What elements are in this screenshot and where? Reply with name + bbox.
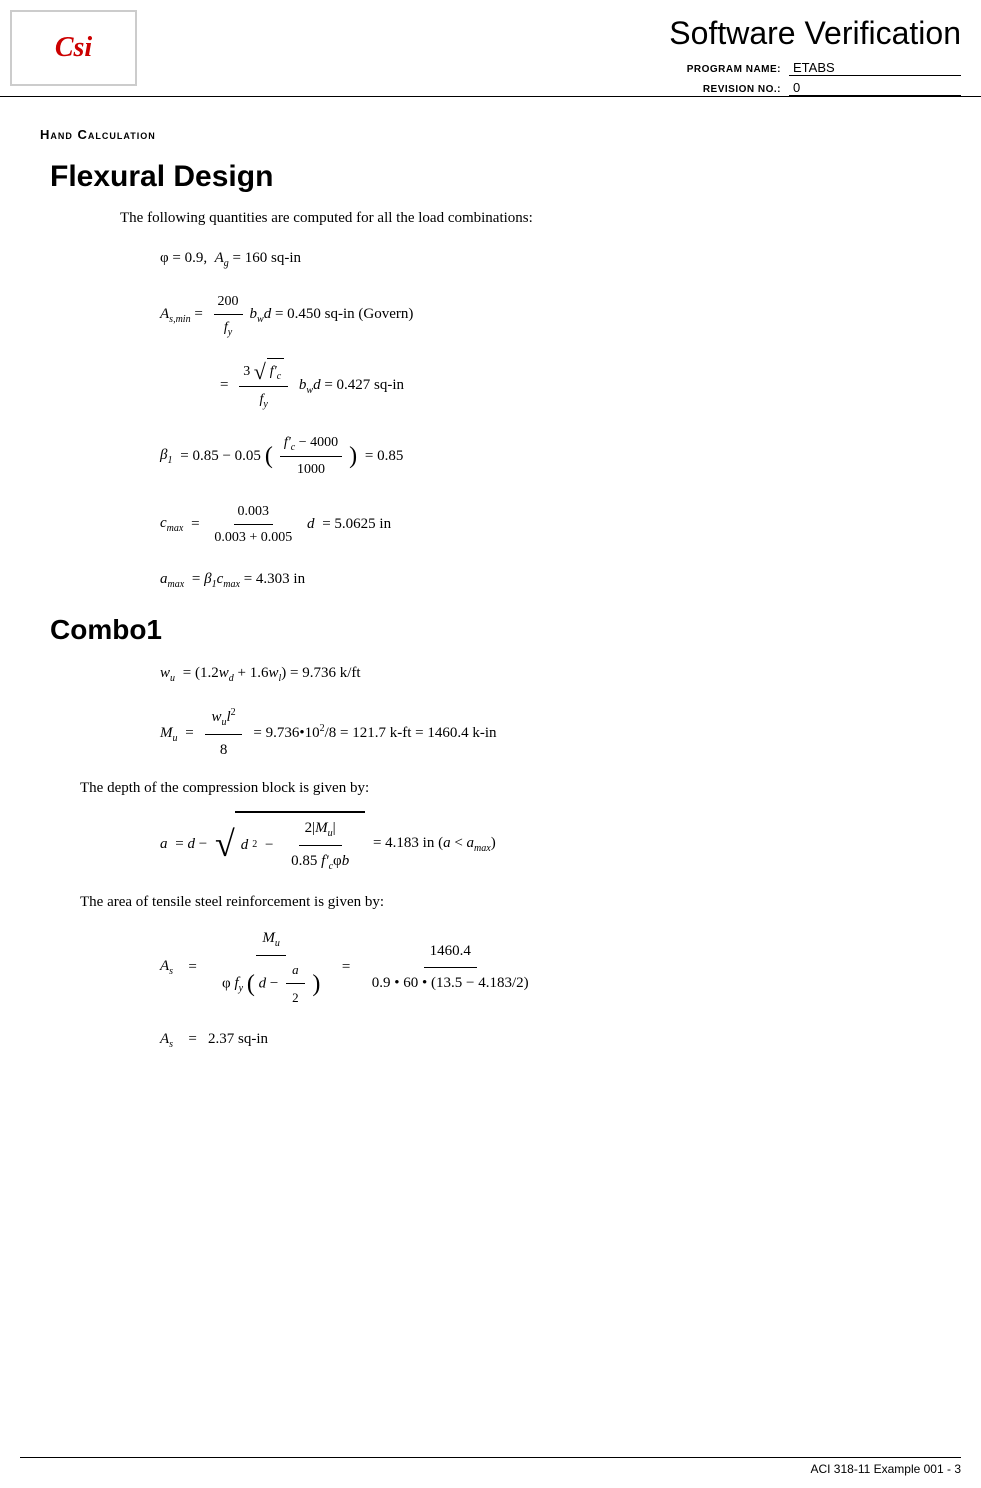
revision-no-value: 0	[789, 80, 961, 96]
cmax-eq: cmax = 0.003 0.003 + 0.005 d = 5.0625 in	[160, 499, 941, 550]
beta1-eq: β1 = 0.85 − 0.05 ( f'c − 4000 1000 ) = 0…	[160, 430, 941, 483]
flexural-heading: Flexural Design	[50, 160, 941, 194]
asmin-eq1: As,min = 200 fy bwd = 0.450 sq-in (Gover…	[160, 289, 941, 342]
program-name-row: PROGRAM NAME: ETABS	[641, 60, 961, 76]
header-fields: PROGRAM NAME: ETABS REVISION NO.: 0	[641, 60, 961, 96]
phi-ag-line: φ = 0.9, Ag = 160 sq-in	[160, 245, 941, 273]
revision-no-label: REVISION NO.:	[641, 84, 781, 95]
page-title: Software Verification	[669, 15, 961, 52]
program-name-label: PROGRAM NAME:	[641, 64, 781, 75]
a-eq: a = d − √ d2 − 2|Mu| 0.85 f'cφb = 4.183 …	[160, 811, 941, 878]
As-eq: As = Mu φ fy ( d − a 2 ) = 1460.4	[160, 925, 941, 1010]
header-title-area: Software Verification PROGRAM NAME: ETAB…	[157, 10, 961, 96]
combo1-heading: Combo1	[50, 614, 941, 646]
depth-text: The depth of the compression block is gi…	[80, 780, 941, 797]
area-text: The area of tensile steel reinforcement …	[80, 894, 941, 911]
hand-calc-label: Hand Calculation	[40, 127, 941, 142]
footer: ACI 318-11 Example 001 - 3	[20, 1457, 961, 1476]
asmin-eq2: = 3 √ f'c fy bwd = 0.427 sq-in	[160, 358, 941, 414]
amax-eq: amax = β1cmax = 4.303 in	[160, 566, 941, 594]
logo: Csi	[10, 10, 137, 86]
footer-text: ACI 318-11 Example 001 - 3	[810, 1462, 961, 1476]
As-result: As = 2.37 sq-in	[160, 1026, 941, 1054]
revision-no-row: REVISION NO.: 0	[641, 80, 961, 96]
main-content: Hand Calculation Flexural Design The fol…	[0, 97, 981, 1100]
wu-eq: wu = (1.2wd + 1.6wl) = 9.736 k/ft	[160, 660, 941, 688]
Mu-eq: Mu = wul2 8 = 9.736•102/8 = 121.7 k-ft =…	[160, 704, 941, 764]
intro-text: The following quantities are computed fo…	[120, 210, 941, 227]
program-name-value: ETABS	[789, 60, 961, 76]
logo-text: Csi	[55, 32, 92, 64]
page-header: Csi Software Verification PROGRAM NAME: …	[0, 0, 981, 97]
